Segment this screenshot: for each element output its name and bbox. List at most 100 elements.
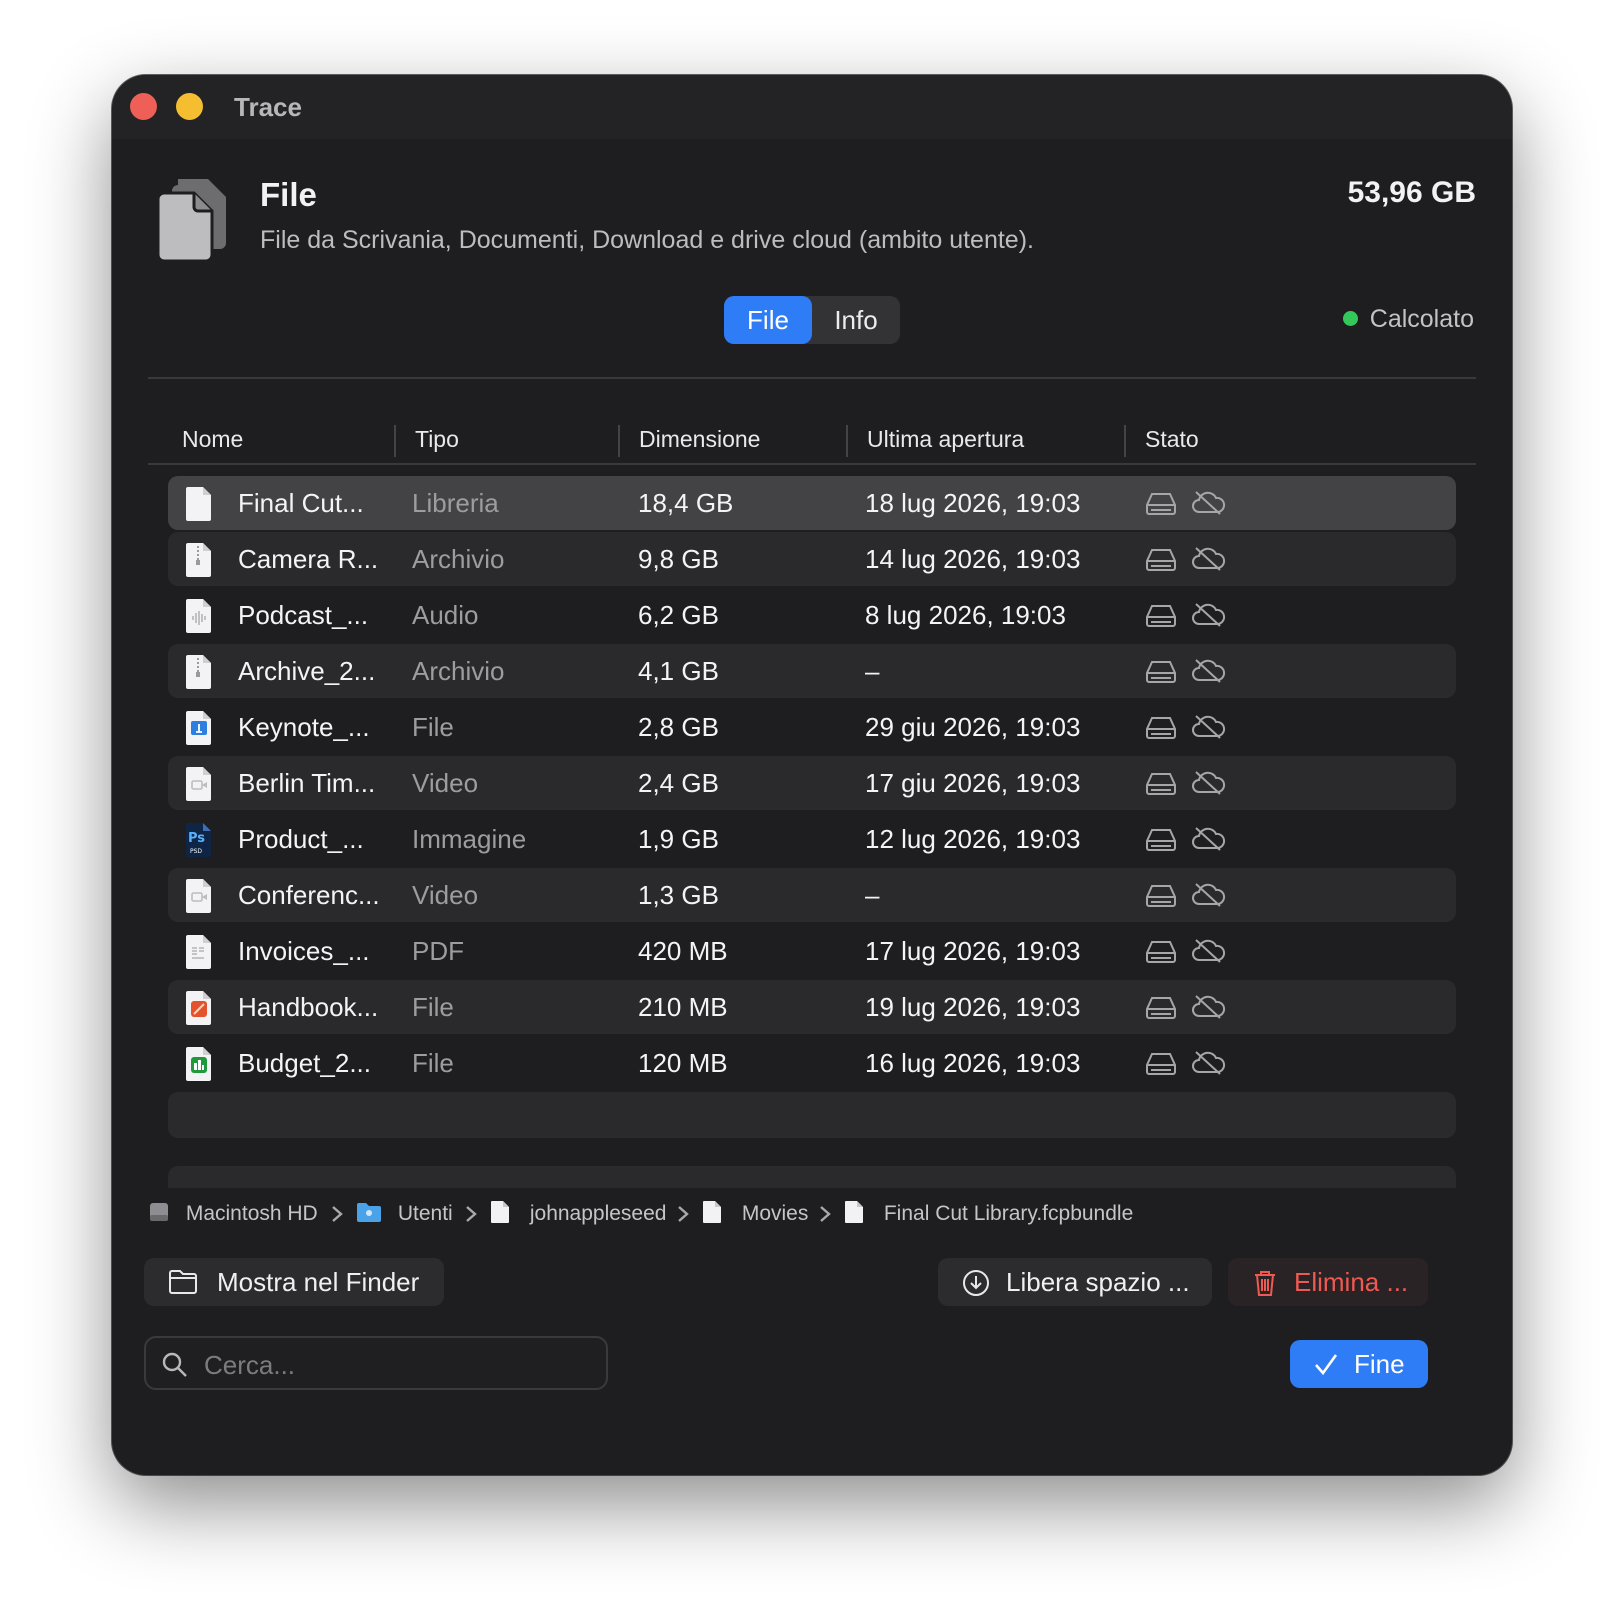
empty-row	[168, 1092, 1456, 1138]
free-space-label: Libera spazio ...	[1006, 1267, 1190, 1297]
checkmark-icon	[1315, 1354, 1338, 1376]
file-last-opened: 17 lug 2026, 19:03	[865, 936, 1081, 966]
trash-icon	[1255, 1271, 1275, 1296]
show-in-finder-button[interactable]: Mostra nel Finder	[144, 1258, 444, 1306]
tab-file[interactable]: File	[724, 296, 812, 344]
breadcrumb-item-user[interactable]: johnappleseed	[490, 1196, 666, 1232]
file-type: File	[412, 1048, 454, 1078]
column-separator[interactable]	[846, 425, 848, 457]
table-row[interactable]: Budget_2... File 120 MB 16 lug 2026, 19:03	[168, 1036, 1456, 1090]
document-icon	[703, 1201, 721, 1224]
table-row[interactable]: Invoices_... PDF 420 MB 17 lug 2026, 19:03	[168, 924, 1456, 978]
audio-file-icon	[186, 599, 211, 633]
file-last-opened: –	[865, 880, 880, 910]
done-label: Fine	[1354, 1349, 1405, 1379]
close-window-button[interactable]	[130, 93, 157, 120]
file-last-opened: 18 lug 2026, 19:03	[865, 488, 1081, 518]
table-row[interactable]: Camera R... Archivio 9,8 GB 14 lug 2026, 19…	[168, 532, 1456, 586]
minimize-window-button[interactable]	[176, 93, 203, 120]
file-type: File	[412, 992, 454, 1022]
document-icon	[845, 1201, 863, 1224]
file-name: Handbook...	[238, 992, 379, 1022]
column-separator[interactable]	[1124, 425, 1126, 457]
hard-drive-icon	[150, 1203, 168, 1222]
done-button[interactable]: Fine	[1290, 1340, 1428, 1388]
local-disk-icon	[1146, 605, 1176, 627]
archive-icon	[186, 655, 211, 689]
local-disk-icon	[1146, 717, 1176, 739]
file-last-opened: 14 lug 2026, 19:03	[865, 544, 1081, 574]
file-type: Immagine	[412, 824, 527, 854]
search-input[interactable]	[202, 1346, 586, 1384]
status-label: Calcolato	[1369, 305, 1474, 333]
file-size: 2,4 GB	[638, 768, 719, 798]
table-header: Nome Tipo Dimensione Ultima apertura Sta…	[148, 415, 1476, 465]
file-size: 420 MB	[638, 936, 728, 966]
local-disk-icon	[1146, 941, 1176, 963]
file-last-opened: 17 giu 2026, 19:03	[865, 768, 1081, 798]
column-header-status[interactable]: Stato	[1145, 415, 1199, 463]
breadcrumb-item-movies[interactable]: Movies	[702, 1196, 808, 1232]
file-size: 18,4 GB	[638, 488, 734, 518]
file-type: Libreria	[412, 488, 499, 518]
local-disk-icon	[1146, 773, 1176, 795]
chevron-right-icon	[332, 1206, 343, 1222]
document-icon	[491, 1201, 509, 1224]
table-row[interactable]: Conferenc... Video 1,3 GB –	[168, 868, 1456, 922]
breadcrumb-item-final-cut-library[interactable]: Final Cut Library.fcpbundle	[844, 1196, 1133, 1232]
pages-icon	[186, 991, 211, 1025]
table-row[interactable]: Ps PSD Product_... Immagine 1,9 GB 12 lug 202…	[168, 812, 1456, 866]
tab-info[interactable]: Info	[812, 296, 900, 344]
chevron-right-icon	[466, 1206, 477, 1222]
video-file-icon	[186, 767, 211, 801]
file-name: Keynote_...	[238, 712, 370, 742]
file-size: 210 MB	[638, 992, 728, 1022]
table-row[interactable]: Handbook... File 210 MB 19 lug 2026, 19:03	[168, 980, 1456, 1034]
search-icon	[162, 1352, 187, 1377]
column-header-last-opened[interactable]: Ultima apertura	[867, 415, 1024, 463]
table-row[interactable]: Archive_2... Archivio 4,1 GB –	[168, 644, 1456, 698]
folder-icon	[169, 1270, 197, 1294]
svg-text:PSD: PSD	[190, 848, 202, 855]
video-file-icon	[186, 879, 211, 913]
table-row[interactable]: Keynote_... File 2,8 GB 29 giu 2026, 19:03	[168, 700, 1456, 754]
page-title: File	[260, 176, 317, 213]
breadcrumb-item-utenti[interactable]: Utenti	[356, 1196, 453, 1232]
file-type: Audio	[412, 600, 479, 630]
column-separator[interactable]	[618, 425, 620, 457]
file-size: 1,3 GB	[638, 880, 719, 910]
cloud-off-icon	[1192, 771, 1226, 795]
file-type: Video	[412, 768, 479, 798]
column-separator[interactable]	[394, 425, 396, 457]
file-size: 6,2 GB	[638, 600, 719, 630]
column-header-size[interactable]: Dimensione	[639, 415, 760, 463]
local-disk-icon	[1146, 549, 1176, 571]
title-bar: Trace	[112, 75, 1512, 139]
table-row[interactable]: Berlin Tim... Video 2,4 GB 17 giu 2026, 19:…	[168, 756, 1456, 810]
local-disk-icon	[1146, 885, 1176, 907]
breadcrumb-label: Utenti	[397, 1202, 453, 1225]
local-disk-icon	[1146, 661, 1176, 683]
local-disk-icon	[1146, 1053, 1176, 1075]
column-header-type[interactable]: Tipo	[415, 415, 459, 463]
cloud-off-icon	[1192, 827, 1226, 851]
free-space-button[interactable]: Libera spazio ...	[938, 1258, 1212, 1306]
download-circle-icon	[963, 1270, 989, 1296]
file-last-opened: –	[865, 656, 880, 686]
cloud-off-icon	[1192, 603, 1226, 627]
delete-button[interactable]: Elimina ...	[1228, 1258, 1428, 1306]
numbers-icon	[186, 1047, 211, 1081]
file-name: Berlin Tim...	[238, 768, 376, 798]
table-row[interactable]: Final Cut... Libreria 18,4 GB 18 lug 2026, …	[168, 476, 1456, 530]
file-type: PDF	[412, 936, 464, 966]
column-header-name[interactable]: Nome	[182, 415, 243, 463]
files-icon	[156, 179, 226, 261]
app-window: Trace File File da Scrivania, Documenti,…	[112, 75, 1512, 1475]
breadcrumb-item-macintosh-hd[interactable]: Macintosh HD	[148, 1196, 318, 1232]
breadcrumb-label: Final Cut Library.fcpbundle	[883, 1202, 1134, 1225]
window-title: Trace	[234, 92, 302, 122]
table-row[interactable]: Podcast_... Audio 6,2 GB 8 lug 2026, 19:03	[168, 588, 1456, 642]
cloud-off-icon	[1192, 1051, 1226, 1075]
file-size: 4,1 GB	[638, 656, 719, 686]
psd-icon: Ps PSD	[186, 823, 211, 857]
